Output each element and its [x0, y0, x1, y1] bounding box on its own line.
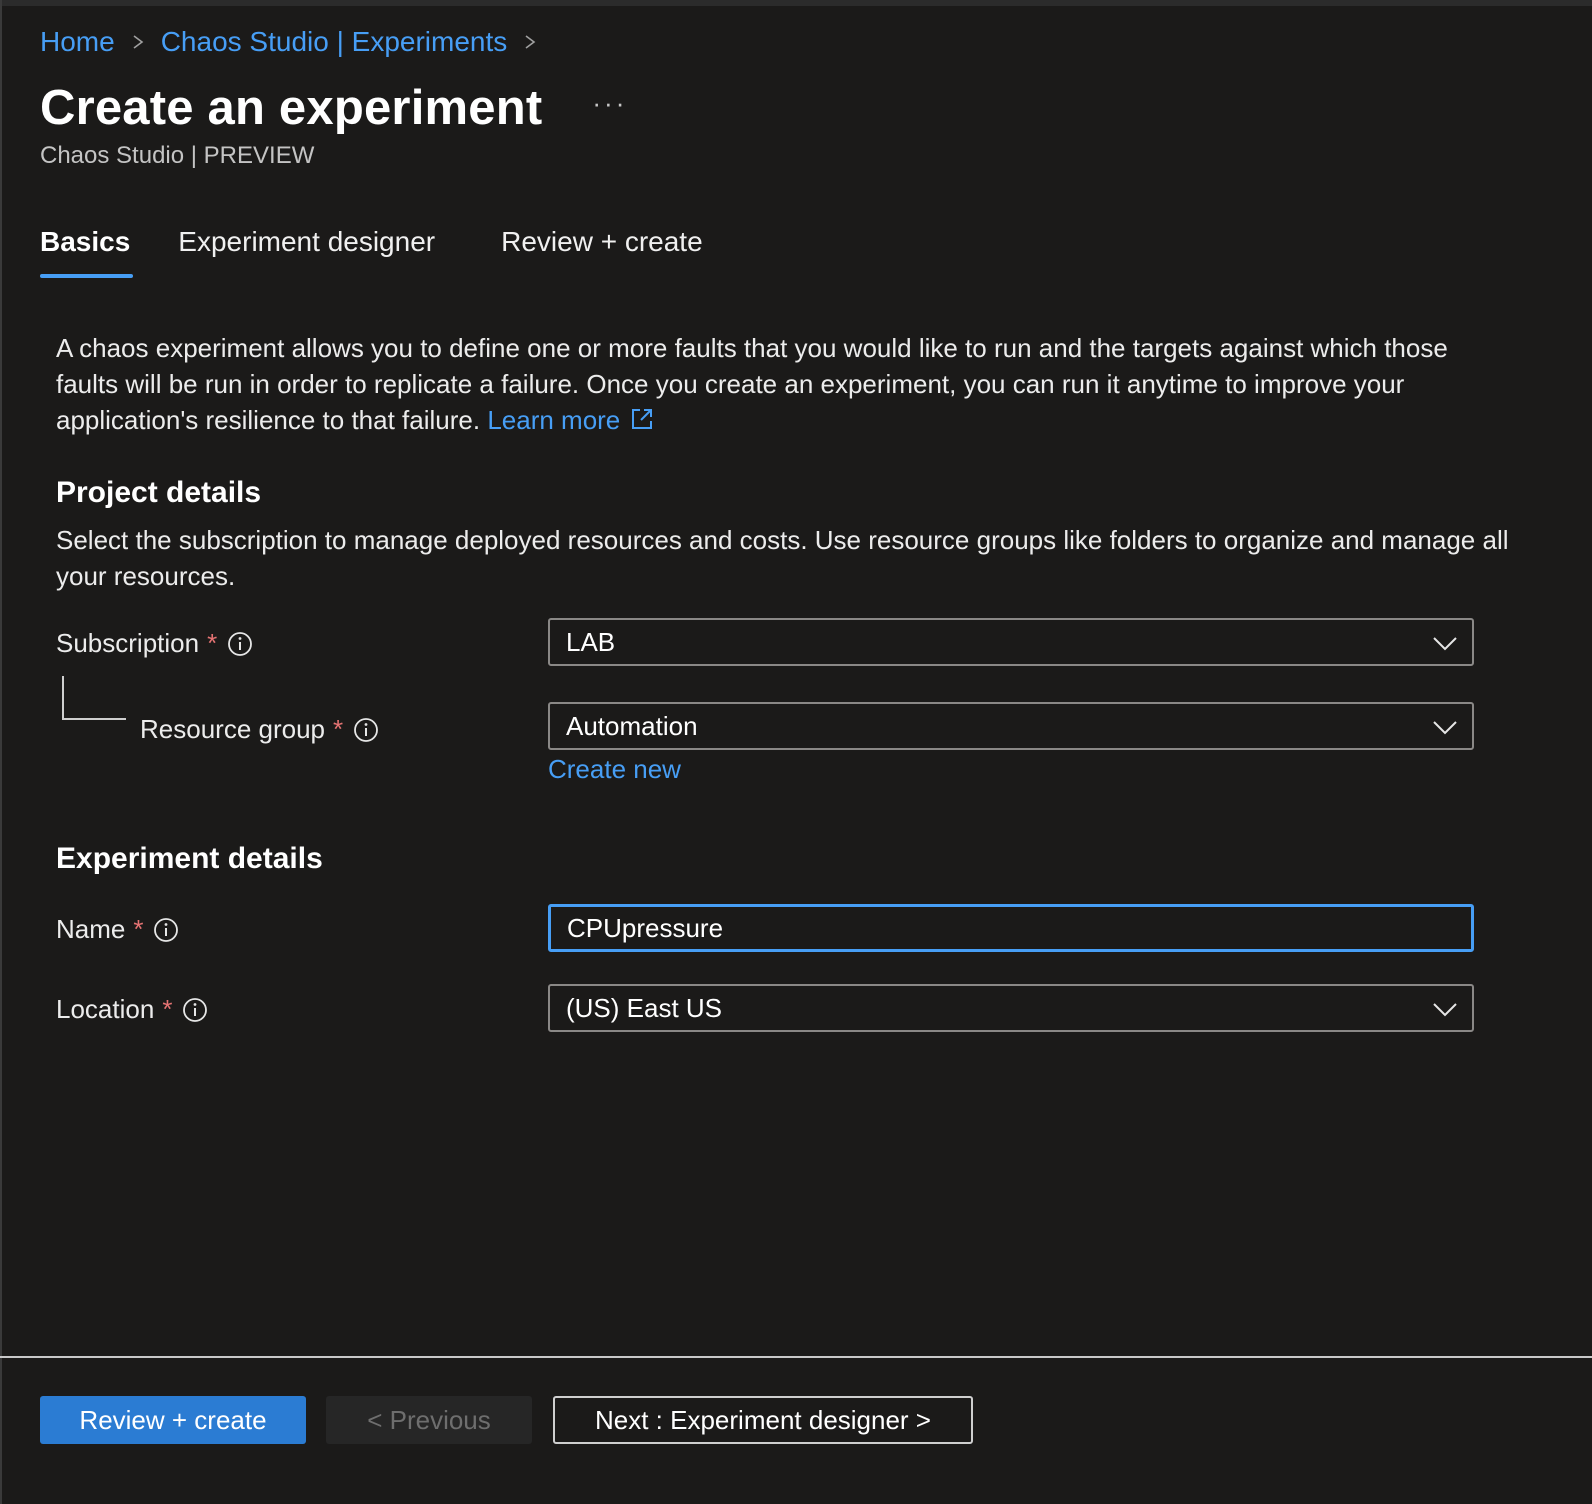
- tree-connector: [62, 676, 126, 720]
- tab-bar: Basics Experiment designer Review + crea…: [40, 226, 703, 278]
- breadcrumb-experiments-link[interactable]: Chaos Studio | Experiments: [161, 26, 508, 58]
- breadcrumb-home-link[interactable]: Home: [40, 26, 115, 58]
- location-label-text: Location: [56, 994, 155, 1024]
- info-icon[interactable]: [153, 917, 179, 943]
- tab-basics[interactable]: Basics: [40, 226, 134, 278]
- resource-group-label-text: Resource group: [140, 714, 325, 744]
- info-icon[interactable]: [227, 631, 253, 657]
- page-subtitle: Chaos Studio | PREVIEW: [40, 142, 315, 169]
- project-details-heading: Project details: [56, 476, 262, 509]
- name-label-text: Name: [56, 914, 126, 944]
- create-new-resource-group-link[interactable]: Create new: [548, 754, 681, 785]
- intro-paragraph: A chaos experiment allows you to define …: [56, 330, 1496, 438]
- required-indicator: *: [207, 628, 218, 658]
- required-indicator: *: [133, 914, 144, 944]
- breadcrumb: Home Chaos Studio | Experiments: [40, 26, 553, 58]
- intro-text: A chaos experiment allows you to define …: [56, 333, 1448, 435]
- window-left-edge: [0, 0, 2, 1504]
- location-select[interactable]: (US) East US: [548, 984, 1474, 1032]
- chevron-down-icon: [1433, 1003, 1457, 1017]
- chevron-down-icon: [1433, 721, 1457, 735]
- chevron-right-icon: [523, 28, 537, 56]
- resource-group-select-value: Automation: [566, 710, 698, 741]
- location-label: Location *: [56, 994, 208, 1025]
- name-label: Name *: [56, 914, 179, 945]
- location-select-value: (US) East US: [566, 992, 723, 1023]
- subscription-label-text: Subscription: [56, 628, 200, 658]
- title-row: Create an experiment ···: [40, 80, 627, 136]
- project-details-description: Select the subscription to manage deploy…: [56, 525, 1509, 591]
- tab-experiment-designer[interactable]: Experiment designer: [178, 226, 435, 276]
- previous-button[interactable]: < Previous: [326, 1396, 532, 1444]
- subscription-select[interactable]: LAB: [548, 618, 1474, 666]
- chevron-down-icon: [1433, 637, 1457, 651]
- review-create-button[interactable]: Review + create: [40, 1396, 306, 1444]
- experiment-name-input[interactable]: [548, 904, 1474, 952]
- external-link-icon[interactable]: [630, 404, 654, 429]
- subscription-select-value: LAB: [566, 626, 616, 657]
- info-icon[interactable]: [353, 717, 379, 743]
- learn-more-link[interactable]: Learn more: [487, 405, 620, 435]
- window-top-edge: [0, 0, 1592, 6]
- resource-group-label: Resource group *: [140, 714, 379, 745]
- page-title: Create an experiment: [40, 81, 543, 135]
- more-icon[interactable]: ···: [592, 88, 627, 119]
- experiment-details-heading: Experiment details: [56, 842, 323, 875]
- subscription-label: Subscription *: [56, 628, 253, 659]
- next-experiment-designer-button[interactable]: Next : Experiment designer >: [553, 1396, 973, 1444]
- required-indicator: *: [162, 994, 173, 1024]
- resource-group-select[interactable]: Automation: [548, 702, 1474, 750]
- tab-review-create[interactable]: Review + create: [501, 226, 703, 276]
- footer-divider: [0, 1356, 1592, 1358]
- chevron-right-icon: [131, 28, 145, 56]
- required-indicator: *: [333, 714, 344, 744]
- info-icon[interactable]: [182, 997, 208, 1023]
